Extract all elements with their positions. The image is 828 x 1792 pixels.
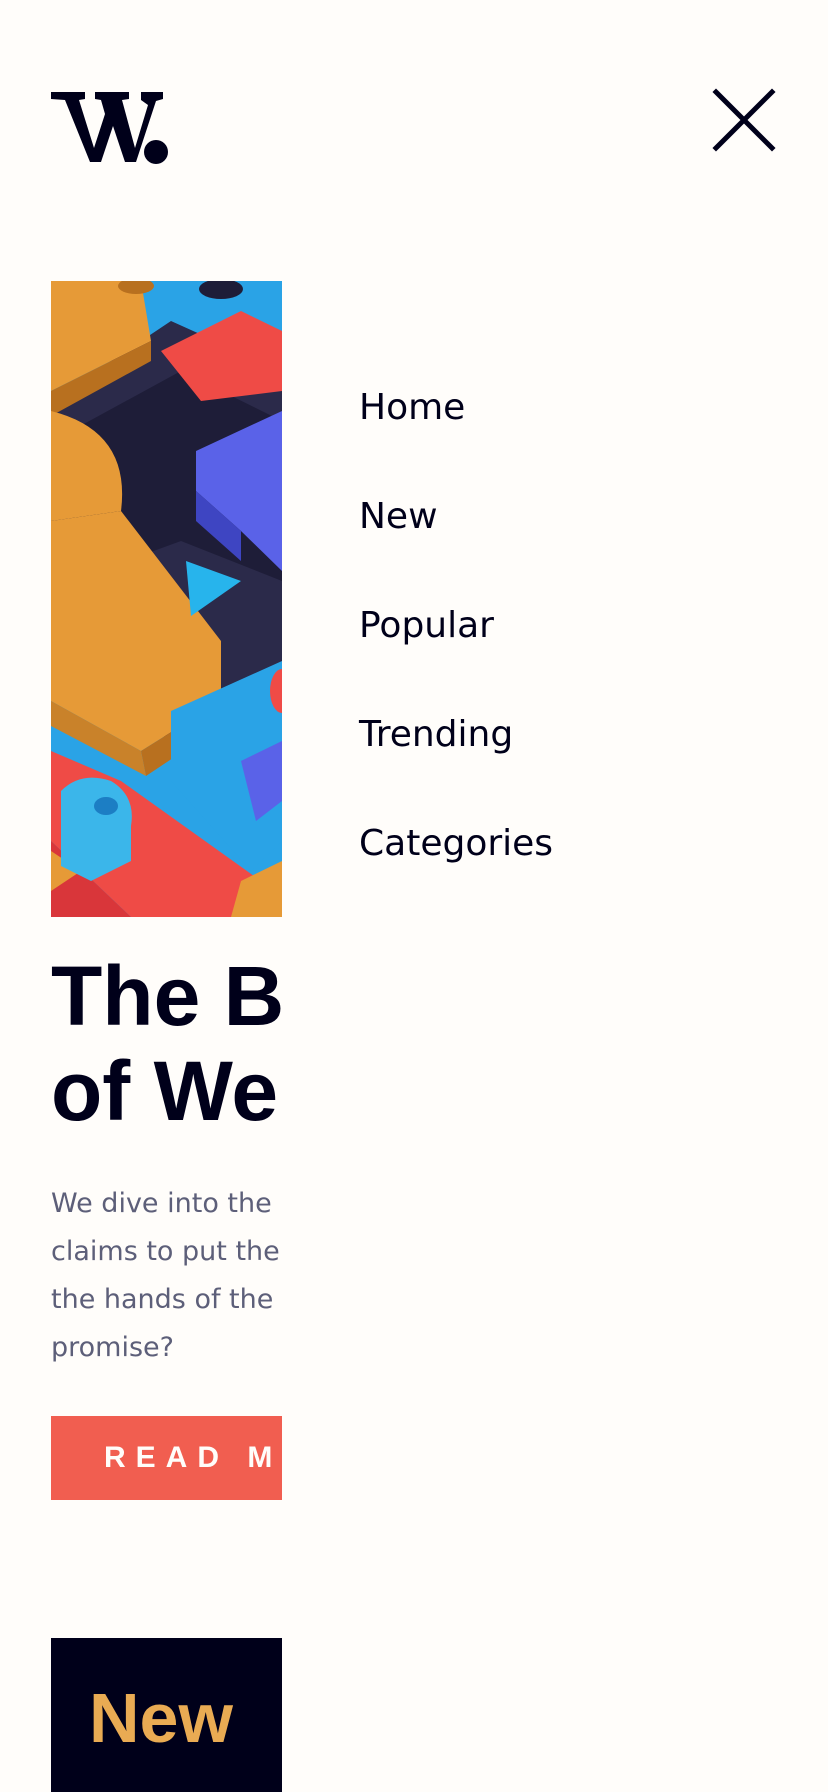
nav-item-categories[interactable]: Categories — [359, 822, 553, 931]
new-section-heading: New — [89, 1679, 233, 1757]
article-excerpt: We dive into the next evolution claims t… — [51, 1180, 282, 1372]
headline-line-2: of Web 3.0? — [51, 1044, 282, 1138]
nav-menu-panel: Home New Popular Trending Categories — [282, 270, 828, 1792]
nav-menu-list: Home New Popular Trending Categories — [359, 386, 553, 931]
article-headline[interactable]: The Bright Future of Web 3.0? — [51, 949, 282, 1139]
excerpt-line-4: promise? — [51, 1332, 174, 1363]
close-menu-button[interactable] — [712, 88, 776, 152]
nav-item-home[interactable]: Home — [359, 386, 553, 495]
excerpt-line-3: the hands of the people. But is — [51, 1284, 282, 1315]
page: The Bright Future of Web 3.0? We dive in… — [0, 0, 828, 1792]
featured-article: The Bright Future of Web 3.0? We dive in… — [51, 281, 282, 1792]
nav-item-popular[interactable]: Popular — [359, 604, 553, 713]
hero-image — [51, 281, 282, 917]
logo-icon[interactable] — [51, 72, 171, 168]
headline-line-1: The Bright Future — [51, 949, 282, 1043]
site-header — [0, 0, 828, 270]
close-icon — [712, 88, 776, 152]
nav-item-new[interactable]: New — [359, 495, 553, 604]
excerpt-line-1: We dive into the next evolution — [51, 1188, 282, 1219]
nav-item-trending[interactable]: Trending — [359, 713, 553, 822]
read-more-button[interactable]: READ MORE — [51, 1416, 282, 1500]
excerpt-line-2: claims to put the power of the — [51, 1236, 282, 1267]
new-section: New — [51, 1638, 282, 1792]
